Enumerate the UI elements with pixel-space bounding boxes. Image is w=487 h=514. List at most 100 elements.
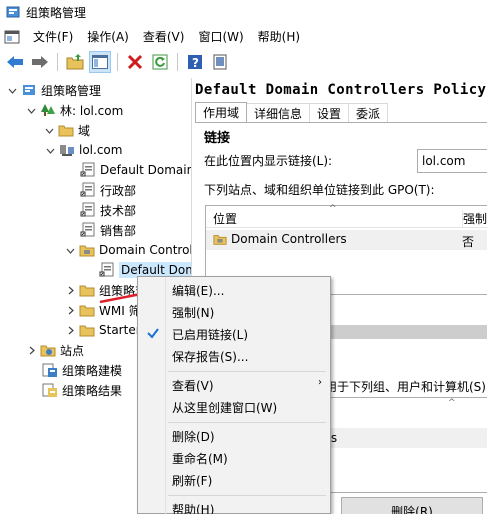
show-hide-tree-button[interactable] — [89, 51, 111, 73]
refresh-icon — [152, 54, 168, 70]
help-icon: ? — [188, 55, 202, 70]
delete-button[interactable] — [124, 51, 146, 73]
tree-item-gp-results[interactable]: 组策略结果 — [42, 380, 122, 400]
window-title: 组策略管理 — [26, 5, 87, 20]
tree-item-domain-controllers[interactable]: Domain Controllers — [64, 240, 191, 260]
scope-dropdown[interactable]: lol.com — [417, 149, 487, 173]
refresh-button[interactable] — [149, 51, 171, 73]
properties-icon — [213, 54, 227, 70]
expanded-chevron-icon[interactable] — [43, 124, 55, 136]
collapsed-chevron-icon[interactable] — [64, 304, 76, 316]
tree-item-forest[interactable]: 林: lol.com — [25, 100, 123, 120]
menu-help[interactable]: 帮助(H) — [251, 27, 307, 47]
tab-details[interactable]: 详细信息 — [246, 103, 311, 123]
menu-item-enforce[interactable]: 强制(N) — [138, 301, 330, 323]
links-table-header: ^ 位置 强制 — [206, 204, 487, 228]
help-button[interactable]: ? — [184, 51, 206, 73]
menu-bar: 文件(F) 操作(A) 查看(V) 窗口(W) 帮助(H) — [0, 27, 487, 47]
column-enforced[interactable]: 强制 — [462, 210, 487, 227]
gpo-link-icon — [80, 222, 95, 237]
tab-scope[interactable]: 作用域 — [195, 102, 248, 123]
tree-item-domains[interactable]: 域 — [43, 120, 90, 140]
gpo-link-icon — [99, 262, 114, 277]
links-description: 下列站点、域和组织单位链接到此 GPO(T): — [204, 183, 435, 197]
sort-ascending-icon: ^ — [329, 204, 337, 214]
menu-separator — [168, 495, 326, 496]
checkmark-icon — [147, 328, 159, 339]
tree-item-default-domain-policy[interactable]: Default Domain Policy — [80, 160, 191, 180]
menu-window[interactable]: 窗口(W) — [191, 27, 250, 47]
row-enforced: 否 — [462, 235, 475, 249]
menu-item-view[interactable]: 查看(V) › — [138, 374, 330, 396]
menu-separator — [168, 371, 326, 372]
menu-item-delete[interactable]: 删除(D) — [138, 425, 330, 447]
links-heading: 链接 — [204, 131, 231, 146]
row-location: Domain Controllers — [231, 232, 347, 246]
folder-icon — [79, 325, 95, 337]
menu-view[interactable]: 查看(V) — [136, 27, 192, 47]
menu-item-link-enabled[interactable]: 已启用链接(L) — [138, 323, 330, 345]
folder-icon — [58, 125, 74, 137]
toolbar: ? — [0, 50, 487, 74]
remove-button[interactable]: 删除(R) — [341, 497, 483, 514]
gp-modeling-icon — [42, 363, 57, 377]
gpo-link-icon — [80, 162, 95, 177]
tree-item-gpm-root[interactable]: 组策略管理 — [6, 80, 101, 100]
system-menu-icon[interactable] — [4, 30, 20, 44]
organizational-unit-icon — [79, 245, 95, 257]
tree-item-sales-dept[interactable]: 销售部 — [80, 220, 136, 240]
table-row[interactable]: Domain Controllers 否 — [206, 230, 487, 250]
back-icon — [7, 56, 23, 68]
scope-label: 在此位置内显示链接(L): — [204, 154, 333, 168]
security-filter-list[interactable]: ^ rs — [325, 397, 487, 493]
menu-item-save-report[interactable]: 保存报告(S)... — [138, 345, 330, 367]
submenu-arrow-icon: › — [318, 377, 322, 388]
menu-separator — [168, 422, 326, 423]
gpo-link-icon — [80, 202, 95, 217]
tree-item-tech-dept[interactable]: 技术部 — [80, 200, 136, 220]
toolbar-separator — [177, 53, 178, 71]
up-folder-button[interactable] — [64, 51, 86, 73]
tab-strip: 作用域 详细信息 设置 委派 — [195, 102, 389, 123]
toolbar-separator — [57, 53, 58, 71]
forward-icon — [32, 56, 48, 68]
menu-action[interactable]: 操作(A) — [80, 27, 136, 47]
group-policy-management-icon — [23, 85, 35, 95]
forward-button[interactable] — [29, 51, 51, 73]
back-button[interactable] — [4, 51, 26, 73]
forest-icon — [41, 104, 55, 116]
context-menu: 编辑(E)... 强制(N) 已启用链接(L) 保存报告(S)... 查看(V)… — [137, 276, 331, 514]
menu-item-refresh[interactable]: 刷新(F) — [138, 469, 330, 491]
sites-icon — [40, 345, 56, 357]
title-bar: 组策略管理 — [0, 0, 487, 24]
up-folder-icon — [66, 54, 84, 70]
expanded-chevron-icon[interactable] — [25, 104, 37, 116]
tree-item-admin-dept[interactable]: 行政部 — [80, 180, 136, 200]
menu-item-help[interactable]: 帮助(H) — [138, 498, 330, 514]
collapsed-chevron-icon[interactable] — [64, 284, 76, 296]
column-location[interactable]: 位置 — [213, 210, 237, 227]
gp-results-icon — [42, 383, 57, 397]
list-item[interactable]: rs — [326, 428, 487, 448]
expanded-chevron-icon[interactable] — [44, 144, 56, 156]
menu-item-new-window[interactable]: 从这里创建窗口(W) — [138, 396, 330, 418]
gpo-link-icon — [80, 182, 95, 197]
tab-delegation[interactable]: 委派 — [348, 103, 389, 123]
show-hide-tree-icon — [92, 55, 108, 69]
properties-button[interactable] — [209, 51, 231, 73]
sort-ascending-icon: ^ — [448, 398, 456, 408]
delete-icon — [127, 54, 143, 70]
menu-item-edit[interactable]: 编辑(E)... — [138, 279, 330, 301]
menu-item-rename[interactable]: 重命名(M) — [138, 447, 330, 469]
ou-icon — [213, 235, 227, 245]
collapsed-chevron-icon[interactable] — [64, 324, 76, 336]
tree-item-sites[interactable]: 站点 — [25, 340, 84, 360]
domain-icon — [60, 145, 74, 156]
collapsed-chevron-icon[interactable] — [25, 344, 37, 356]
expanded-chevron-icon[interactable] — [6, 84, 18, 96]
expanded-chevron-icon[interactable] — [64, 244, 76, 256]
tree-item-lol-com[interactable]: lol.com — [44, 140, 122, 160]
tree-item-gp-modeling[interactable]: 组策略建模 — [42, 360, 122, 380]
tab-settings[interactable]: 设置 — [309, 103, 350, 123]
menu-file[interactable]: 文件(F) — [26, 27, 80, 47]
